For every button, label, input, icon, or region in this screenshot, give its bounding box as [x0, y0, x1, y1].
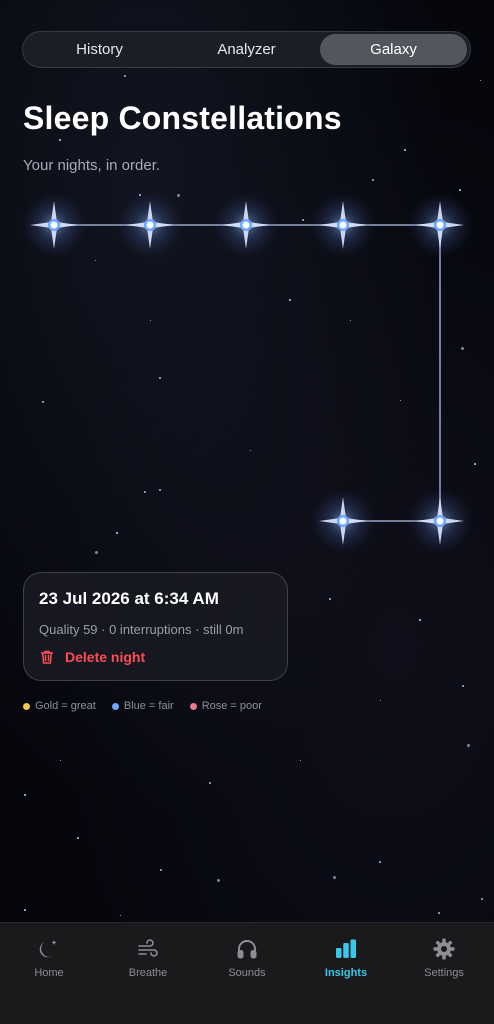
gold-dot-icon [23, 702, 30, 710]
legend-label-great: Gold = great [35, 700, 96, 712]
wind-icon [138, 939, 158, 957]
moon-star-icon [39, 940, 57, 958]
constellation-map [22, 193, 472, 553]
tab-home-label: Home [34, 967, 64, 979]
delete-night-button[interactable]: Delete night [39, 649, 272, 665]
tab-sounds-label: Sounds [228, 967, 266, 979]
trash-icon [40, 650, 54, 664]
quality-legend: Gold = great Blue = fair Rose = poor [23, 700, 262, 712]
legend-label-poor: Rose = poor [201, 700, 262, 712]
legend-item-poor: Rose = poor [189, 700, 262, 712]
night-star-icon[interactable] [22, 193, 86, 257]
night-star-icon[interactable] [408, 489, 472, 553]
gear-icon [433, 938, 455, 960]
tab-settings[interactable]: Settings [404, 937, 484, 979]
night-date: 23 Jul 2026 at 6:34 AM [39, 589, 219, 608]
rose-dot-icon [189, 702, 197, 710]
night-card[interactable]: 23 Jul 2026 at 6:34 AM Quality 59 · 0 in… [23, 572, 288, 681]
night-star-icon[interactable] [408, 193, 472, 257]
delete-night-label: Delete night [65, 649, 146, 665]
tab-bar: Home Breathe Sounds Insights Settings [0, 922, 494, 1024]
tab-insights[interactable]: Insights [306, 937, 386, 979]
constellation-line [54, 224, 441, 522]
legend-item-fair: Blue = fair [111, 700, 174, 712]
blue-dot-icon [111, 702, 119, 710]
night-star-icon[interactable] [118, 193, 182, 257]
tab-insights-label: Insights [324, 967, 368, 979]
night-star-icon[interactable] [214, 193, 278, 257]
tab-home[interactable]: Home [9, 937, 89, 979]
night-star-icon[interactable] [311, 489, 375, 553]
tab-breathe-label: Breathe [128, 967, 168, 979]
tab-settings-label: Settings [424, 967, 464, 979]
night-star-icon[interactable] [311, 193, 375, 257]
night-stats: Quality 59 · 0 interruptions · still 0m [39, 622, 244, 637]
legend-label-fair: Blue = fair [123, 700, 174, 712]
tab-sounds[interactable]: Sounds [207, 937, 287, 979]
bar-chart-icon [336, 939, 356, 958]
headphones-icon [237, 940, 257, 959]
tab-breathe[interactable]: Breathe [108, 937, 188, 979]
legend-item-great: Gold = great [23, 700, 96, 712]
